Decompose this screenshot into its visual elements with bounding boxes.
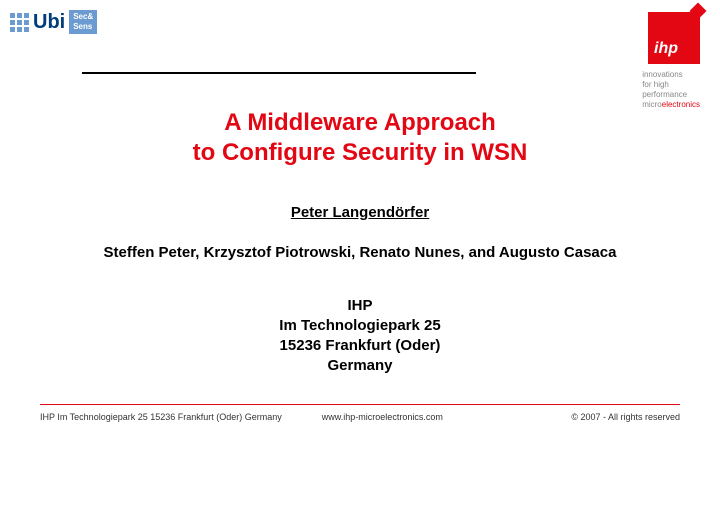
authors: Steffen Peter, Krzysztof Piotrowski, Ren…: [0, 244, 720, 261]
ubi-logo: Ubi Sec& Sens: [10, 10, 97, 34]
ihp-tag1: innovations: [642, 70, 700, 80]
ubi-r2: Sens: [73, 22, 93, 32]
title-l2: to Configure Security in WSN: [0, 138, 720, 168]
affil-l1: IHP: [0, 296, 720, 316]
affil-l3: 15236 Frankfurt (Oder): [0, 336, 720, 356]
affil-l2: Im Technologiepark 25: [0, 316, 720, 336]
footer-address: IHP Im Technologiepark 25 15236 Frankfur…: [40, 412, 282, 422]
ubi-right: Sec& Sens: [69, 10, 97, 34]
author-main: Peter Langendörfer: [0, 204, 720, 221]
top-rule: [82, 72, 476, 74]
ihp-logo-text: ihp: [654, 40, 678, 58]
bottom-rule: [40, 404, 680, 405]
ihp-tag2: for high: [642, 80, 700, 90]
ubi-dots-icon: [10, 13, 29, 32]
ihp-tag3: performance: [642, 90, 700, 100]
ubi-text: Ubi: [33, 11, 65, 34]
affil-l4: Germany: [0, 356, 720, 376]
affiliation: IHP Im Technologiepark 25 15236 Frankfur…: [0, 296, 720, 376]
ihp-tagline: innovations for high performance microel…: [642, 70, 700, 110]
ubi-r1: Sec&: [73, 12, 93, 22]
footer-url: www.ihp-microelectronics.com: [322, 412, 443, 422]
footer-copyright: © 2007 - All rights reserved: [571, 412, 680, 422]
title-l1: A Middleware Approach: [0, 108, 720, 138]
footer: IHP Im Technologiepark 25 15236 Frankfur…: [40, 412, 680, 422]
slide-title: A Middleware Approach to Configure Secur…: [0, 108, 720, 168]
ihp-logo-icon: ihp: [648, 12, 700, 64]
ihp-block: ihp innovations for high performance mic…: [642, 12, 700, 110]
